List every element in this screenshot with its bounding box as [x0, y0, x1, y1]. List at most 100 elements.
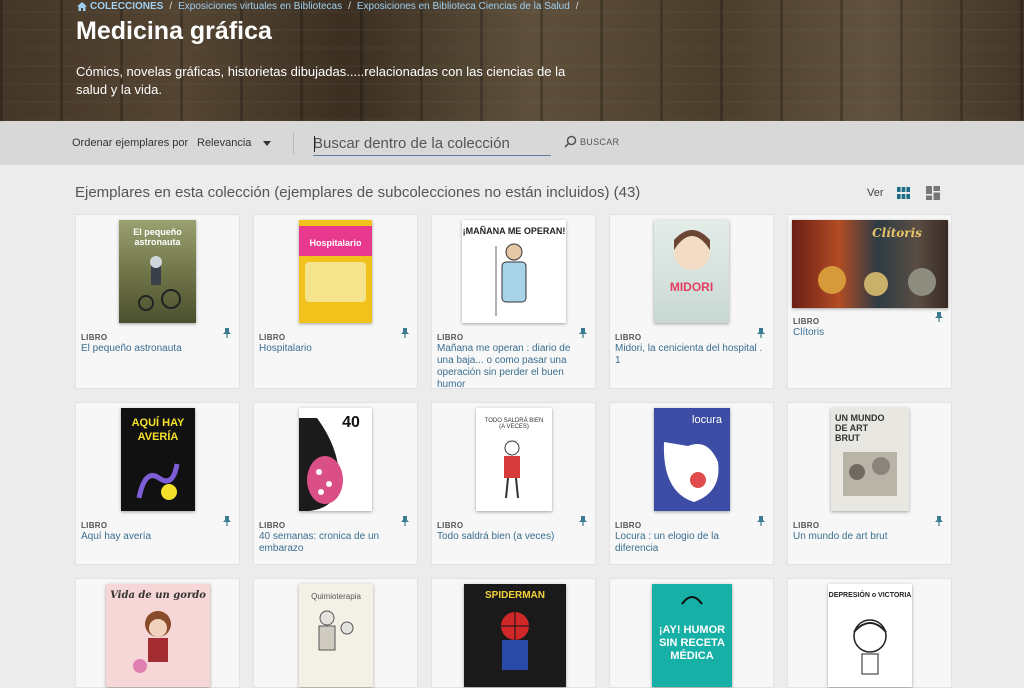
book-cover[interactable]: TODO SALDRÁ BIEN (A VECES) — [476, 408, 552, 511]
pin-icon[interactable] — [579, 328, 587, 338]
collection-item-card[interactable]: Vida de un gordo — [75, 578, 240, 688]
cover-illustration — [853, 619, 887, 675]
cover-title: SPIDERMAN — [484, 590, 545, 601]
item-type-label: LIBRO — [81, 521, 108, 530]
sort-label: Ordenar ejemplares por — [72, 137, 189, 149]
pin-icon[interactable] — [223, 328, 231, 338]
collection-item-card[interactable]: ¡AY! HUMOR SIN RECETA MÉDICA — [609, 578, 774, 688]
collection-item-card[interactable]: DEPRESIÓN o VICTORIA — [787, 578, 952, 688]
search-button[interactable]: BUSCAR — [564, 135, 619, 148]
collection-item-card[interactable]: MIDORI LIBRO Midori, la cenicienta del h… — [609, 214, 774, 389]
chevron-down-icon[interactable] — [263, 141, 271, 146]
book-cover[interactable]: locura — [654, 408, 730, 511]
search-input[interactable] — [313, 132, 551, 156]
cover-illustration — [504, 440, 520, 499]
view-label: Ver — [867, 187, 884, 199]
cover-illustration — [305, 262, 366, 302]
pin-icon[interactable] — [757, 516, 765, 526]
cover-title: MIDORI — [669, 280, 714, 294]
cover-illustration — [681, 596, 703, 605]
collection-item-card[interactable]: Quimioterapia — [253, 578, 418, 688]
pin-icon[interactable] — [935, 516, 943, 526]
item-title-link[interactable]: Aquí hay avería — [81, 531, 231, 543]
cover-illustration — [663, 442, 719, 502]
item-title-link[interactable]: Locura : un elogio de la diferencia — [615, 531, 765, 555]
breadcrumb-home-label: COLECCIONES — [90, 0, 164, 12]
item-title-link[interactable]: Midori, la cenicienta del hospital . 1 — [615, 343, 765, 367]
cover-illustration — [136, 463, 180, 500]
book-cover[interactable]: AQUÍ HAY AVERÍA — [121, 408, 195, 511]
collection-item-card[interactable]: SPIDERMAN — [431, 578, 596, 688]
pin-icon[interactable] — [757, 328, 765, 338]
cover-title: ¡AY! HUMOR SIN RECETA MÉDICA — [658, 624, 726, 662]
collection-item-card[interactable]: ¡MAÑANA ME OPERAN! LIBRO Mañana me opera… — [431, 214, 596, 391]
collection-item-card[interactable]: El pequeño astronauta LIBRO El pequeño a… — [75, 214, 240, 389]
item-title-link[interactable]: Mañana me operan : diario de una baja...… — [437, 343, 587, 391]
cover-illustration — [501, 612, 529, 670]
collection-item-card[interactable]: locura LIBRO Locura : un elogio de la di… — [609, 402, 774, 565]
breadcrumb-home-link[interactable]: COLECCIONES — [77, 1, 163, 12]
cover-title: Clítoris — [872, 226, 922, 240]
hero-banner: COLECCIONES / Exposiciones virtuales en … — [0, 0, 1024, 121]
page-title: Medicina gráfica — [76, 17, 272, 45]
breadcrumb: COLECCIONES / Exposiciones virtuales en … — [77, 0, 579, 12]
book-cover[interactable]: MIDORI — [654, 220, 729, 323]
item-type-label: LIBRO — [437, 521, 464, 530]
item-type-label: LIBRO — [793, 317, 820, 326]
item-type-label: LIBRO — [615, 521, 642, 530]
search-icon — [564, 135, 577, 148]
collection-item-card[interactable]: AQUÍ HAY AVERÍA LIBRO Aquí hay avería — [75, 402, 240, 565]
pin-icon[interactable] — [935, 312, 943, 322]
item-type-label: LIBRO — [615, 333, 642, 342]
collection-item-card[interactable]: Hospitalario LIBRO Hospitalario — [253, 214, 418, 389]
collection-item-card[interactable]: TODO SALDRÁ BIEN (A VECES) LIBRO Todo sa… — [431, 402, 596, 565]
cover-title: DEPRESIÓN o VICTORIA — [828, 592, 912, 599]
breadcrumb-item-exposiciones-virtuales[interactable]: Exposiciones virtuales en Bibliotecas — [178, 1, 342, 12]
cover-title: UN MUNDO DE ART BRUT — [835, 413, 885, 443]
cover-title: Quimioterapia — [311, 592, 361, 601]
search-button-label: BUSCAR — [580, 136, 620, 147]
book-cover[interactable]: Hospitalario — [299, 220, 372, 323]
item-title-link[interactable]: Hospitalario — [259, 343, 409, 355]
book-cover[interactable]: El pequeño astronauta — [119, 220, 196, 323]
breadcrumb-separator: / — [169, 0, 173, 12]
cover-illustration — [674, 230, 710, 270]
toolbar-divider — [293, 132, 294, 154]
book-cover[interactable]: DEPRESIÓN o VICTORIA — [828, 584, 912, 687]
cover-title: AQUÍ HAY AVERÍA — [131, 417, 185, 443]
breadcrumb-item-biblioteca-ciencias-salud[interactable]: Exposiciones en Biblioteca Ciencias de l… — [357, 1, 570, 12]
item-type-label: LIBRO — [437, 333, 464, 342]
grid-view-icon[interactable] — [897, 187, 910, 199]
collection-item-card[interactable]: Clítoris LIBRO Clítoris — [787, 214, 952, 389]
book-cover[interactable]: ¡AY! HUMOR SIN RECETA MÉDICA — [652, 584, 732, 687]
book-cover[interactable]: Quimioterapia — [299, 584, 373, 687]
book-cover[interactable]: Vida de un gordo — [106, 584, 210, 687]
cover-title: ¡MAÑANA ME OPERAN! — [462, 226, 566, 236]
book-cover[interactable]: 40 — [299, 408, 372, 511]
item-type-label: LIBRO — [259, 333, 286, 342]
item-title-link[interactable]: Un mundo de art brut — [793, 531, 943, 543]
pin-icon[interactable] — [401, 328, 409, 338]
collection-toolbar: Ordenar ejemplares por Relevancia — [0, 121, 1024, 165]
book-cover[interactable]: ¡MAÑANA ME OPERAN! — [462, 220, 566, 323]
book-cover[interactable]: Clítoris — [792, 220, 948, 308]
item-title-link[interactable]: Clítoris — [793, 327, 943, 339]
pin-icon[interactable] — [223, 516, 231, 526]
cover-illustration — [818, 266, 936, 296]
book-cover[interactable]: UN MUNDO DE ART BRUT — [831, 408, 909, 511]
item-title-link[interactable]: 40 semanas: cronica de un embarazo — [259, 531, 409, 555]
mosaic-view-icon[interactable] — [926, 186, 940, 200]
cover-illustration — [133, 611, 171, 673]
breadcrumb-separator: / — [348, 0, 351, 12]
pin-icon[interactable] — [579, 516, 587, 526]
pin-icon[interactable] — [401, 516, 409, 526]
cover-illustration — [299, 418, 343, 511]
collection-item-card[interactable]: UN MUNDO DE ART BRUT LIBRO Un mundo de a… — [787, 402, 952, 565]
cover-illustration — [843, 452, 897, 496]
item-title-link[interactable]: El pequeño astronauta — [81, 343, 231, 355]
collection-item-card[interactable]: 40 LIBRO 40 semanas: cronica de un embar… — [253, 402, 418, 565]
item-title-link[interactable]: Todo saldrá bien (a veces) — [437, 531, 587, 543]
book-cover[interactable]: SPIDERMAN — [464, 584, 566, 687]
cover-title: El pequeño astronauta — [133, 227, 182, 247]
sort-select[interactable]: Relevancia — [197, 137, 251, 149]
